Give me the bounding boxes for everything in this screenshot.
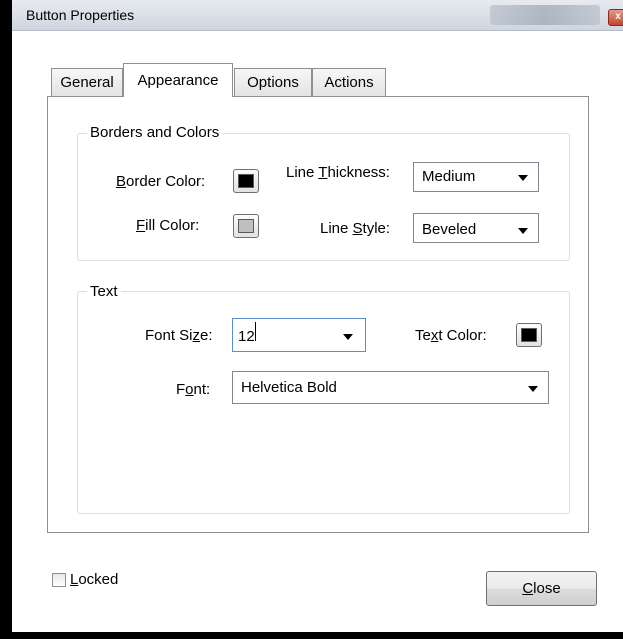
- title-bar[interactable]: Button Properties x: [12, 0, 623, 31]
- line-style-value: Beveled: [422, 221, 477, 238]
- line-thickness-value: Medium: [422, 168, 476, 185]
- window-frame-left: [0, 0, 12, 639]
- window-frame-bottom: [0, 632, 623, 639]
- line-style-label: Line Style:: [320, 220, 391, 237]
- chevron-down-icon: [528, 386, 538, 392]
- font-size-label: Font Size:: [145, 327, 213, 344]
- border-color-swatch-button[interactable]: [233, 169, 259, 193]
- text-legend: Text: [87, 283, 121, 300]
- locked-checkbox[interactable]: [52, 573, 66, 587]
- font-value: Helvetica Bold: [241, 379, 337, 396]
- window-close-icon[interactable]: x: [608, 9, 623, 26]
- fill-color-swatch-button[interactable]: [233, 214, 259, 238]
- close-button[interactable]: Close: [486, 571, 597, 606]
- chevron-down-icon: [518, 175, 528, 181]
- fill-color-label: Fill Color:: [136, 217, 200, 234]
- border-color-swatch: [238, 174, 254, 188]
- font-size-value: 12: [238, 328, 255, 345]
- border-color-label: Border Color:: [116, 173, 206, 190]
- fill-color-swatch: [238, 219, 254, 233]
- tab-actions[interactable]: Actions: [312, 68, 386, 96]
- line-style-select[interactable]: Beveled: [413, 213, 539, 243]
- line-thickness-select[interactable]: Medium: [413, 162, 539, 192]
- font-label: Font:: [176, 381, 211, 398]
- tab-appearance[interactable]: Appearance: [123, 63, 233, 97]
- tab-general[interactable]: General: [51, 68, 123, 96]
- text-caret: [255, 322, 256, 341]
- font-select[interactable]: Helvetica Bold: [232, 371, 549, 404]
- title-bar-decoration: [490, 5, 600, 25]
- chevron-down-icon: [518, 228, 528, 234]
- line-thickness-label: Line Thickness:: [286, 164, 390, 181]
- text-color-swatch: [521, 328, 537, 342]
- font-size-combobox[interactable]: 12: [232, 318, 366, 352]
- locked-label[interactable]: Locked: [70, 571, 118, 588]
- text-color-swatch-button[interactable]: [516, 323, 542, 347]
- chevron-down-icon: [343, 334, 353, 340]
- tab-options[interactable]: Options: [234, 68, 312, 96]
- text-color-label: Text Color:: [415, 327, 487, 344]
- window-title: Button Properties: [26, 7, 135, 23]
- borders-colors-legend: Borders and Colors: [87, 124, 223, 141]
